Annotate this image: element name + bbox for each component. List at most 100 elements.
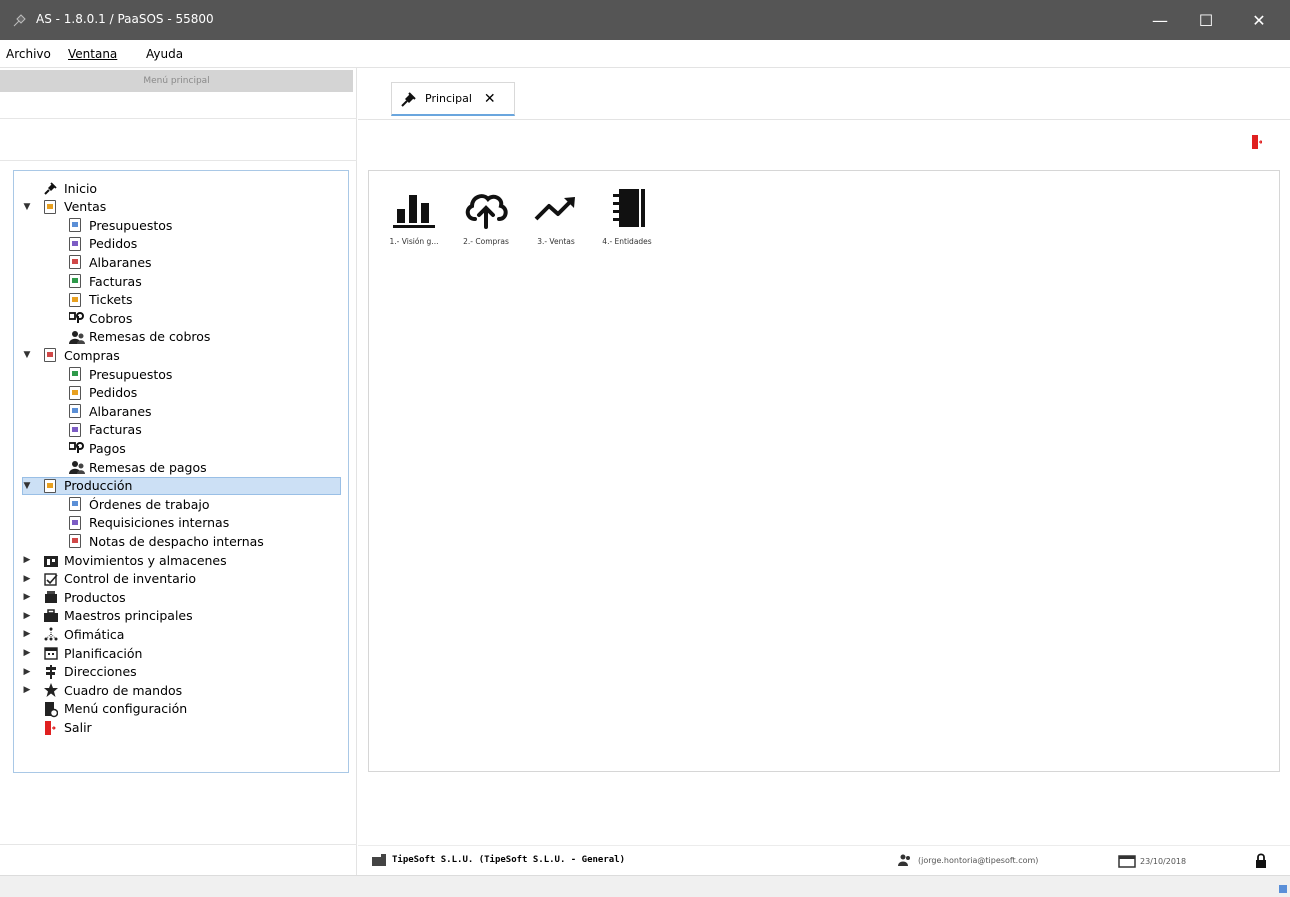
tree-item-label: Productos	[64, 589, 126, 605]
document-icon	[44, 348, 58, 363]
menu-bar: Archivo Ventana Ayuda	[0, 40, 1290, 68]
tree-item[interactable]: ▶ Ofimática	[24, 625, 125, 643]
divider	[0, 844, 357, 845]
tree-item[interactable]: Órdenes de trabajo	[69, 495, 210, 513]
tile-vision-general[interactable]: 1.- Visión g...	[377, 185, 451, 257]
contacts-book-icon	[613, 189, 645, 227]
tree-item-label: Remesas de pagos	[89, 459, 207, 475]
tree-item-label: Maestros principales	[64, 608, 193, 624]
calendar-icon	[1118, 855, 1136, 868]
tree-item[interactable]: Cobros	[68, 309, 132, 327]
tree-item-label: Pedidos	[89, 385, 138, 401]
tree-item-label: Inicio	[64, 180, 98, 196]
tree-item-label: Direcciones	[64, 664, 137, 680]
document-icon	[69, 497, 83, 512]
tree-item[interactable]: ▶ Direcciones	[24, 663, 137, 681]
tree-item-label: Compras	[64, 347, 120, 363]
tree-item-label: Órdenes de trabajo	[89, 496, 210, 512]
tree-item[interactable]: Pedidos	[69, 235, 137, 253]
document-icon	[69, 255, 83, 270]
tree-item[interactable]: Salir	[44, 718, 92, 736]
tile-entidades[interactable]: 4.- Entidades	[590, 185, 664, 257]
resize-grip[interactable]	[1279, 885, 1287, 893]
collapse-arrow-icon[interactable]: ▶	[22, 607, 32, 625]
bottom-strip	[0, 875, 1290, 897]
user-email: (jorge.hontoria@tipesoft.com)	[918, 855, 1039, 865]
tree-item[interactable]: Albaranes	[69, 253, 152, 271]
expand-arrow-icon[interactable]: ▼	[22, 346, 32, 364]
tree-item-label: Facturas	[89, 422, 142, 438]
minimize-button[interactable]: —	[1137, 0, 1183, 40]
tile-ventas[interactable]: 3.- Ventas	[519, 185, 593, 257]
collapse-arrow-icon[interactable]: ▶	[22, 625, 32, 643]
tree-item[interactable]: Presupuestos	[69, 216, 172, 234]
tree-item[interactable]: Presupuestos	[69, 365, 172, 383]
tree-item-label: Requisiciones internas	[89, 515, 230, 531]
tree-item-label: Remesas de cobros	[89, 329, 211, 345]
collapse-arrow-icon[interactable]: ▶	[22, 588, 32, 606]
tree-item[interactable]: Facturas	[69, 272, 142, 290]
window-title: AS - 1.8.0.1 / PaaSOS - 55800	[36, 12, 214, 26]
tile-label: 1.- Visión g...	[389, 237, 439, 246]
tree-item[interactable]: Remesas de cobros	[69, 328, 210, 346]
tree-item[interactable]: ▶ Cuadro de mandos	[24, 681, 183, 699]
settings-icon	[44, 701, 59, 718]
divider	[0, 160, 357, 161]
user-status: (jorge.hontoria@tipesoft.com)	[898, 854, 1038, 866]
close-button[interactable]: ✕	[1236, 0, 1282, 40]
left-panel: Menú principal Inicio ▼ Ventas Presupuestos…	[0, 68, 357, 875]
tree-item-label: Notas de despacho internas	[89, 533, 264, 549]
tree-item-label: Albaranes	[89, 254, 152, 270]
lock-icon[interactable]	[1255, 853, 1267, 868]
tree-item[interactable]: Albaranes	[69, 402, 152, 420]
tree-item[interactable]: ▶ Movimientos y almacenes	[24, 551, 227, 569]
tile-compras[interactable]: 2.- Compras	[449, 185, 523, 257]
document-icon	[69, 404, 83, 419]
main-menu-tree[interactable]: Inicio ▼ Ventas Presupuestos Pedidos Albarane…	[13, 170, 349, 773]
collapse-arrow-icon[interactable]: ▶	[22, 644, 32, 662]
tree-item-label: Presupuestos	[89, 366, 173, 382]
tab-principal[interactable]: Principal ✕	[391, 82, 515, 116]
menu-archivo[interactable]: Archivo	[6, 47, 51, 61]
menu-ventana[interactable]: Ventana	[68, 47, 117, 61]
tree-item[interactable]: Pagos	[68, 439, 126, 457]
payment-icon	[68, 441, 84, 455]
warehouse-icon	[44, 553, 58, 567]
collapse-arrow-icon[interactable]: ▶	[22, 663, 32, 681]
tree-item-label: Salir	[64, 719, 92, 735]
tree-item[interactable]: Facturas	[69, 421, 142, 439]
collapse-arrow-icon[interactable]: ▶	[22, 570, 32, 588]
menu-ayuda[interactable]: Ayuda	[146, 47, 183, 61]
tree-item[interactable]: ▶ Planificación	[24, 644, 143, 662]
tree-item-label: Facturas	[89, 273, 142, 289]
tree-item[interactable]: Remesas de pagos	[69, 458, 207, 476]
tree-item[interactable]: ▶ Maestros principales	[24, 607, 193, 625]
tree-item[interactable]: ▼ Compras	[24, 346, 120, 364]
tree-item[interactable]: ▼ Ventas	[24, 198, 107, 216]
dashboard-area: 1.- Visión g... 2.- Compras 3.- Ventas 4…	[368, 170, 1280, 772]
tree-item[interactable]: Inicio	[44, 179, 97, 197]
tree-item[interactable]: Pedidos	[69, 384, 137, 402]
collapse-arrow-icon[interactable]: ▶	[22, 551, 32, 569]
tree-item-label: Pagos	[89, 440, 126, 456]
collapse-arrow-icon[interactable]: ▶	[22, 681, 32, 699]
star-icon	[44, 683, 58, 698]
exit-icon	[44, 720, 58, 736]
tree-item[interactable]: Notas de despacho internas	[69, 532, 264, 550]
tree-item-label: Ventas	[64, 199, 107, 215]
tree-item[interactable]: ▼ Producción	[24, 477, 133, 495]
tree-item[interactable]: ▶ Control de inventario	[24, 570, 196, 588]
tree-item[interactable]: Tickets	[69, 291, 133, 309]
status-date: 23/10/2018	[1140, 856, 1187, 866]
document-icon	[69, 292, 83, 307]
exit-icon[interactable]	[1252, 134, 1262, 150]
expand-arrow-icon[interactable]: ▼	[22, 477, 32, 495]
document-icon	[69, 534, 83, 549]
tree-item[interactable]: ▶ Productos	[24, 588, 126, 606]
tree-item[interactable]: Requisiciones internas	[69, 514, 229, 532]
pin-icon	[401, 91, 416, 107]
tree-item[interactable]: Menú configuración	[44, 700, 187, 718]
expand-arrow-icon[interactable]: ▼	[22, 198, 32, 216]
maximize-button[interactable]: ☐	[1183, 0, 1229, 40]
close-tab-icon[interactable]: ✕	[484, 91, 496, 107]
